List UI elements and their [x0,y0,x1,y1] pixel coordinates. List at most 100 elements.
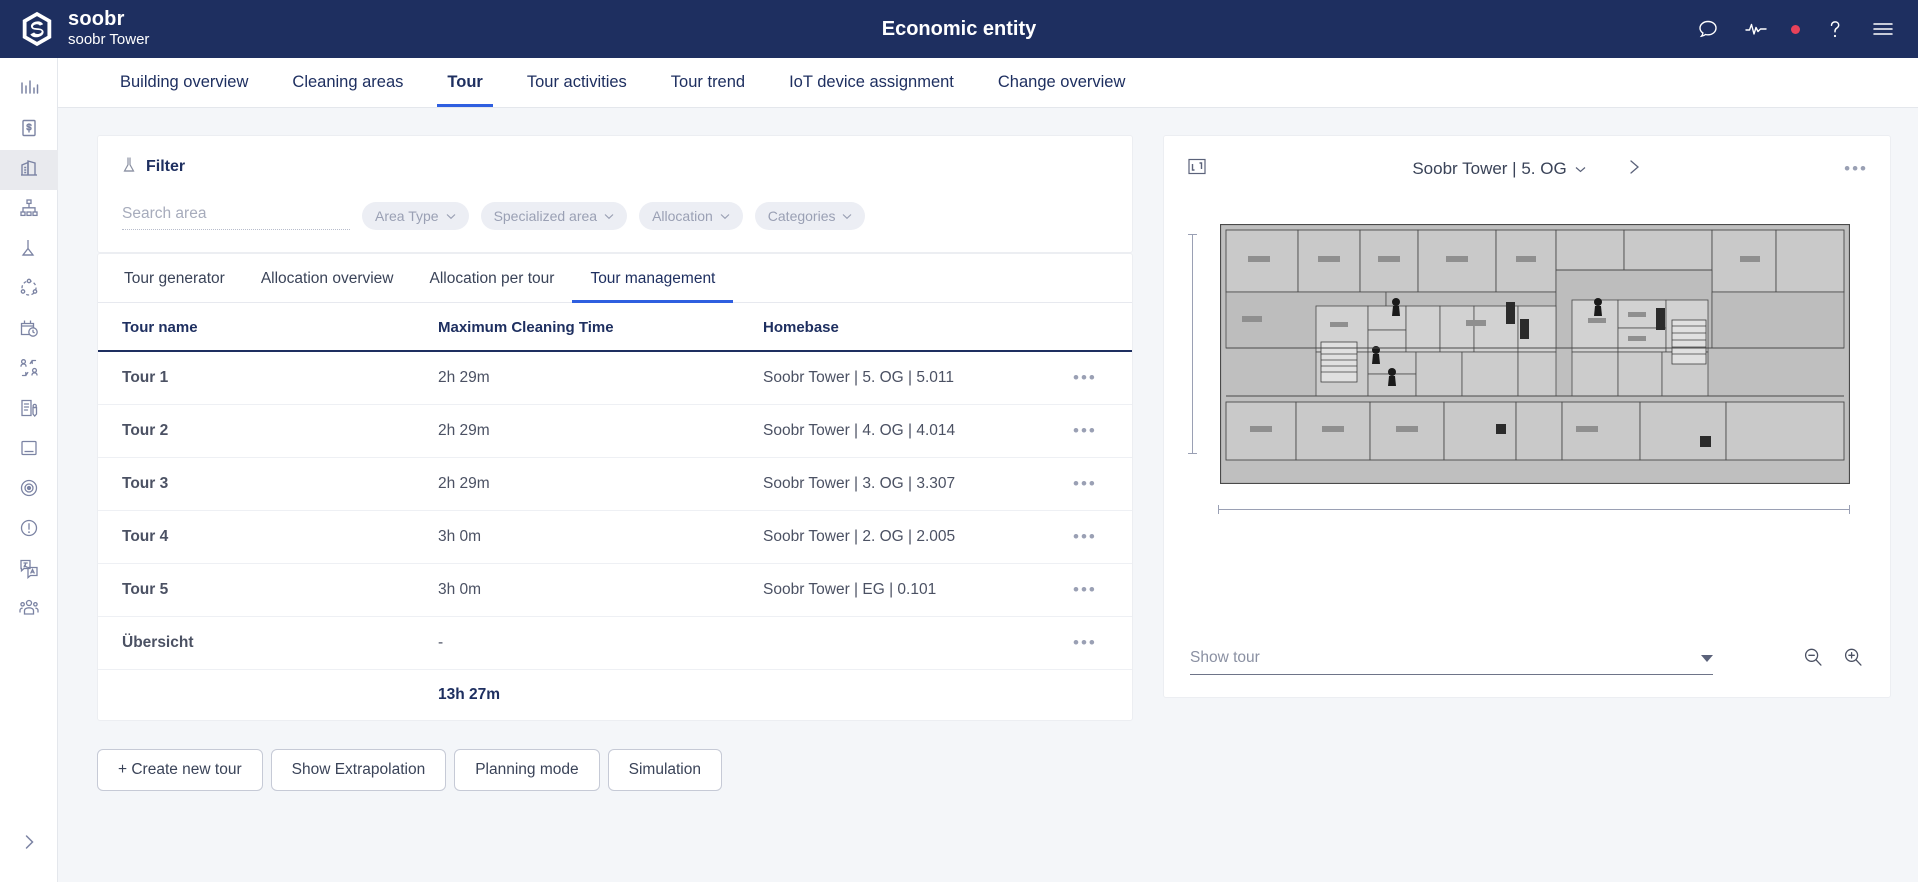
tab-label: IoT device assignment [789,73,954,91]
row-menu-icon[interactable]: ••• [1073,368,1097,387]
table-row[interactable]: Übersicht - ••• [98,616,1132,670]
sidebar-item-translate[interactable] [0,550,58,590]
chip-specialized-area[interactable]: Specialized area [480,202,628,230]
floorplan-drawing[interactable] [1220,224,1850,484]
table-row[interactable]: Tour 1 2h 29m Soobr Tower | 5. OG | 5.01… [98,351,1132,405]
calendar-clock-icon [18,317,40,344]
expand-rail-button[interactable] [0,824,58,864]
subtab-allocation-overview[interactable]: Allocation overview [243,254,412,302]
sidebar-item-building[interactable] [0,150,58,190]
cell-tour-name: Tour 2 [98,404,428,458]
cell-tour-name: Tour 4 [98,510,428,564]
simulation-button[interactable]: Simulation [607,749,722,791]
table-row[interactable]: Tour 4 3h 0m Soobr Tower | 2. OG | 2.005… [98,510,1132,564]
chip-label: Categories [767,208,836,224]
sidebar-item-target[interactable] [0,470,58,510]
sidebar-item-document-check[interactable] [0,390,58,430]
tab-label: Tour [447,73,483,91]
translate-icon [18,557,40,584]
row-menu-icon[interactable]: ••• [1073,421,1097,440]
sidebar-item-alert[interactable] [0,510,58,550]
column-header-actions [1063,303,1132,352]
column-header-max-cleaning-time[interactable]: Maximum Cleaning Time [428,303,753,352]
filter-header: Filter [122,156,1108,178]
table-row[interactable]: Tour 3 2h 29m Soobr Tower | 3. OG | 3.30… [98,457,1132,511]
chip-label: Specialized area [493,208,598,224]
table-row[interactable]: Tour 5 3h 0m Soobr Tower | EG | 0.101 ••… [98,563,1132,617]
cell-total-time: 13h 27m [438,686,501,703]
zoom-in-icon[interactable] [1842,646,1864,673]
soobr-logo-icon [18,10,56,48]
cell-tour-name: Tour 3 [98,457,428,511]
fullscreen-icon[interactable] [1186,156,1208,183]
top-bar: soobr soobr Tower Economic entity [0,0,1918,58]
chat-icon[interactable] [1695,16,1721,42]
zoom-out-icon[interactable] [1802,646,1824,673]
sidebar-item-people[interactable] [0,590,58,630]
column-header-tour-name[interactable]: Tour name [98,303,428,352]
document-check-icon [18,397,40,424]
sidebar-item-funnel[interactable] [0,230,58,270]
activity-icon[interactable] [1743,16,1769,42]
sidebar-item-network[interactable] [0,270,58,310]
floor-selector[interactable]: Soobr Tower | 5. OG [1412,159,1586,179]
horizontal-scale-bar [1218,505,1850,514]
sidebar-item-user-swap[interactable] [0,350,58,390]
cost-document-icon [18,117,40,144]
sidebar-item-hierarchy[interactable] [0,190,58,230]
row-menu-icon[interactable]: ••• [1073,633,1097,652]
tab-tour-activities[interactable]: Tour activities [505,58,649,107]
row-menu-icon[interactable]: ••• [1073,580,1097,599]
table-row[interactable]: Tour 2 2h 29m Soobr Tower | 4. OG | 4.01… [98,404,1132,458]
sidebar-item-card[interactable] [0,430,58,470]
filter-controls: Area Type Specialized area Allocation Ca… [122,202,1108,230]
subtab-tour-generator[interactable]: Tour generator [106,254,243,302]
cell-max-cleaning-time: 2h 29m [428,404,753,458]
network-nodes-icon [18,277,40,304]
chip-area-type[interactable]: Area Type [362,202,469,230]
chip-allocation[interactable]: Allocation [639,202,743,230]
search-area-field[interactable] [122,202,350,230]
tab-tour[interactable]: Tour [425,58,504,107]
create-new-tour-button[interactable]: + Create new tour [97,749,263,791]
column-header-homebase[interactable]: Homebase [753,303,1063,352]
help-icon[interactable] [1822,16,1848,42]
tab-iot-device-assignment[interactable]: IoT device assignment [767,58,976,107]
cell-tour-name: Tour 1 [98,351,428,405]
table-body: Tour 1 2h 29m Soobr Tower | 5. OG | 5.01… [98,351,1132,720]
floorplan-title-group: Soobr Tower | 5. OG [1164,157,1890,182]
next-floor-button[interactable] [1626,157,1642,182]
show-tour-select[interactable]: Show tour [1190,649,1713,675]
chip-categories[interactable]: Categories [754,202,866,230]
floor-label: Soobr Tower | 5. OG [1412,159,1567,178]
cell-homebase: Soobr Tower | EG | 0.101 [753,563,1063,617]
row-menu-icon[interactable]: ••• [1073,474,1097,493]
vertical-scale-bar [1188,234,1197,454]
subtab-tour-management[interactable]: Tour management [572,254,734,303]
zoom-controls [1802,646,1864,675]
chevron-down-icon [720,213,730,219]
chip-label: Area Type [375,208,439,224]
sidebar-item-calendar-clock[interactable] [0,310,58,350]
chevron-down-icon [843,213,852,219]
cell-homebase: Soobr Tower | 2. OG | 2.005 [753,510,1063,564]
subtab-label: Tour management [590,270,716,287]
sidebar-item-bar-chart[interactable] [0,70,58,110]
filter-title: Filter [146,158,186,175]
subtab-allocation-per-tour[interactable]: Allocation per tour [412,254,573,302]
show-extrapolation-button[interactable]: Show Extrapolation [270,749,447,791]
sidebar-item-cost[interactable] [0,110,58,150]
hamburger-menu-icon[interactable] [1870,16,1896,42]
row-menu-icon[interactable]: ••• [1073,527,1097,546]
floorplan-menu-icon[interactable]: ••• [1844,159,1868,179]
brand[interactable]: soobr soobr Tower [0,8,300,49]
sub-tabs: Tour generator Allocation overview Alloc… [98,254,1132,303]
hierarchy-icon [18,197,40,224]
tab-change-overview[interactable]: Change overview [976,58,1148,107]
floorplan-body[interactable] [1164,192,1890,646]
tab-cleaning-areas[interactable]: Cleaning areas [270,58,425,107]
tab-building-overview[interactable]: Building overview [98,58,270,107]
tab-tour-trend[interactable]: Tour trend [649,58,767,107]
planning-mode-button[interactable]: Planning mode [454,749,600,791]
search-input[interactable] [122,202,350,230]
